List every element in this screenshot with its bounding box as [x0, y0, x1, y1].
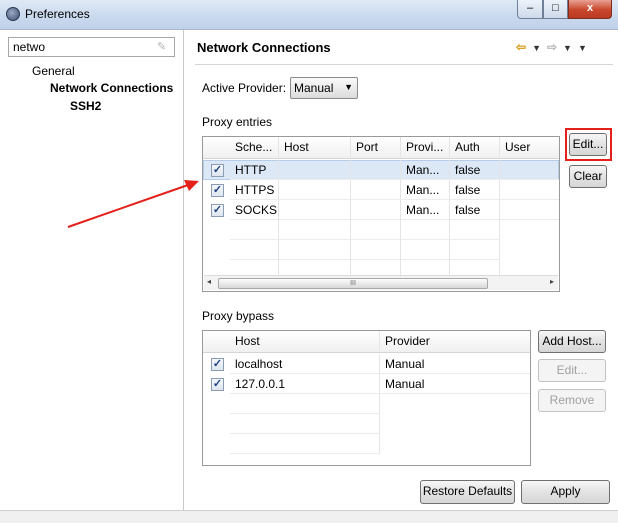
dropdown-arrow-icon: ▼: [344, 82, 353, 92]
tree-item-network-connections[interactable]: Network Connections: [50, 81, 173, 95]
empty-cell: [351, 220, 401, 240]
minimize-button[interactable]: –: [517, 0, 543, 19]
proxy-entries-table[interactable]: Sche... Host Port Provi... Auth User ✓ H…: [202, 136, 560, 292]
empty-cell: [450, 260, 500, 276]
proxy-bypass-label: Proxy bypass: [202, 309, 275, 323]
cell-provider: Manual: [380, 374, 530, 394]
empty-cell: [351, 260, 401, 276]
cell-user: [500, 200, 559, 220]
column-header-port[interactable]: Port: [351, 137, 401, 157]
annotation-highlight-box: [565, 128, 612, 161]
cell-auth: false: [450, 160, 500, 180]
empty-cell: [450, 240, 500, 260]
back-arrow-icon[interactable]: ⇦: [516, 40, 526, 54]
preferences-tree-pane: netwo ✎ General Network Connections SSH2: [0, 30, 184, 510]
clear-proxy-button[interactable]: Clear: [569, 165, 607, 188]
column-header-scheme[interactable]: Sche...: [230, 137, 279, 157]
cell-auth: false: [450, 180, 500, 200]
title-bar: Preferences – □ x: [0, 0, 618, 30]
apply-button[interactable]: Apply: [521, 480, 610, 504]
cell-scheme: SOCKS: [230, 200, 279, 220]
cell-port: [351, 160, 401, 180]
proxy-bypass-header: Host Provider: [203, 331, 530, 353]
empty-cell: [401, 240, 450, 260]
row-checkbox[interactable]: ✓: [211, 204, 224, 217]
bottom-status-strip: [0, 510, 618, 523]
empty-cell: [230, 240, 279, 260]
active-provider-label: Active Provider:: [202, 81, 287, 95]
empty-cell: [230, 220, 279, 240]
cell-host: localhost: [230, 354, 380, 374]
column-header-provider[interactable]: Provider: [380, 331, 530, 351]
cell-port: [351, 180, 401, 200]
cell-auth: false: [450, 200, 500, 220]
empty-cell: [401, 220, 450, 240]
row-checkbox[interactable]: ✓: [211, 164, 224, 177]
scrollbar-thumb[interactable]: III: [218, 278, 488, 289]
view-menu-chevron-icon[interactable]: ▼: [578, 43, 587, 53]
row-checkbox[interactable]: ✓: [211, 184, 224, 197]
cell-user: [500, 180, 559, 200]
cell-scheme: HTTPS: [230, 180, 279, 200]
tree-item-general[interactable]: General: [32, 64, 75, 78]
active-provider-select[interactable]: Manual ▼: [290, 77, 358, 99]
proxy-bypass-table[interactable]: Host Provider ✓ localhost Manual ✓ 127.0…: [202, 330, 531, 466]
window-title: Preferences: [25, 7, 90, 21]
back-menu-chevron-icon[interactable]: ▼: [532, 43, 541, 53]
empty-cell: [279, 220, 351, 240]
annotation-arrow-head: [184, 180, 199, 191]
column-header-host[interactable]: Host: [230, 331, 380, 351]
cell-host: [279, 160, 351, 180]
column-header-auth[interactable]: Auth: [450, 137, 500, 157]
forward-menu-chevron-icon[interactable]: ▼: [563, 43, 572, 53]
row-checkbox[interactable]: ✓: [211, 378, 224, 391]
empty-cell: [401, 260, 450, 276]
empty-cell: [230, 434, 380, 454]
app-icon: [6, 7, 20, 21]
empty-cell: [230, 394, 380, 414]
empty-cell: [230, 414, 380, 434]
column-header-host[interactable]: Host: [279, 137, 351, 157]
proxy-entries-header: Sche... Host Port Provi... Auth User: [203, 137, 559, 159]
edit-host-button[interactable]: Edit...: [538, 359, 606, 382]
filter-input[interactable]: netwo ✎: [8, 37, 175, 57]
forward-arrow-icon[interactable]: ⇨: [547, 40, 557, 54]
restore-defaults-button[interactable]: Restore Defaults: [420, 480, 515, 504]
empty-cell: [279, 240, 351, 260]
remove-host-button[interactable]: Remove: [538, 389, 606, 412]
tree-item-ssh2[interactable]: SSH2: [70, 99, 101, 113]
cell-host: [279, 180, 351, 200]
empty-cell: [279, 260, 351, 276]
cell-port: [351, 200, 401, 220]
column-header-user[interactable]: User: [500, 137, 559, 157]
cell-provider: Man...: [401, 180, 450, 200]
horizontal-scrollbar[interactable]: ◂ III ▸: [204, 275, 558, 290]
header-divider: [195, 64, 613, 65]
cell-host: [279, 200, 351, 220]
active-provider-value: Manual: [294, 81, 334, 95]
add-host-button[interactable]: Add Host...: [538, 330, 606, 353]
filter-input-value: netwo: [13, 40, 46, 54]
maximize-button[interactable]: □: [543, 0, 568, 19]
cell-provider: Manual: [380, 354, 530, 374]
scroll-left-icon[interactable]: ◂: [207, 277, 211, 286]
column-header-provider[interactable]: Provi...: [401, 137, 450, 157]
clear-filter-icon[interactable]: ✎: [157, 41, 169, 53]
cell-host: 127.0.0.1: [230, 374, 380, 394]
scroll-right-icon[interactable]: ▸: [550, 277, 554, 286]
cell-scheme: HTTP: [230, 160, 279, 180]
close-button[interactable]: x: [568, 0, 612, 19]
cell-provider: Man...: [401, 200, 450, 220]
cell-user: [500, 160, 559, 180]
page-navigation: ⇦ ▼ ⇨ ▼ ▼: [516, 40, 593, 54]
page-title: Network Connections: [197, 40, 331, 55]
empty-cell: [450, 220, 500, 240]
cell-provider: Man...: [401, 160, 450, 180]
empty-cell: [351, 240, 401, 260]
row-checkbox[interactable]: ✓: [211, 358, 224, 371]
proxy-entries-label: Proxy entries: [202, 115, 273, 129]
empty-cell: [230, 260, 279, 276]
